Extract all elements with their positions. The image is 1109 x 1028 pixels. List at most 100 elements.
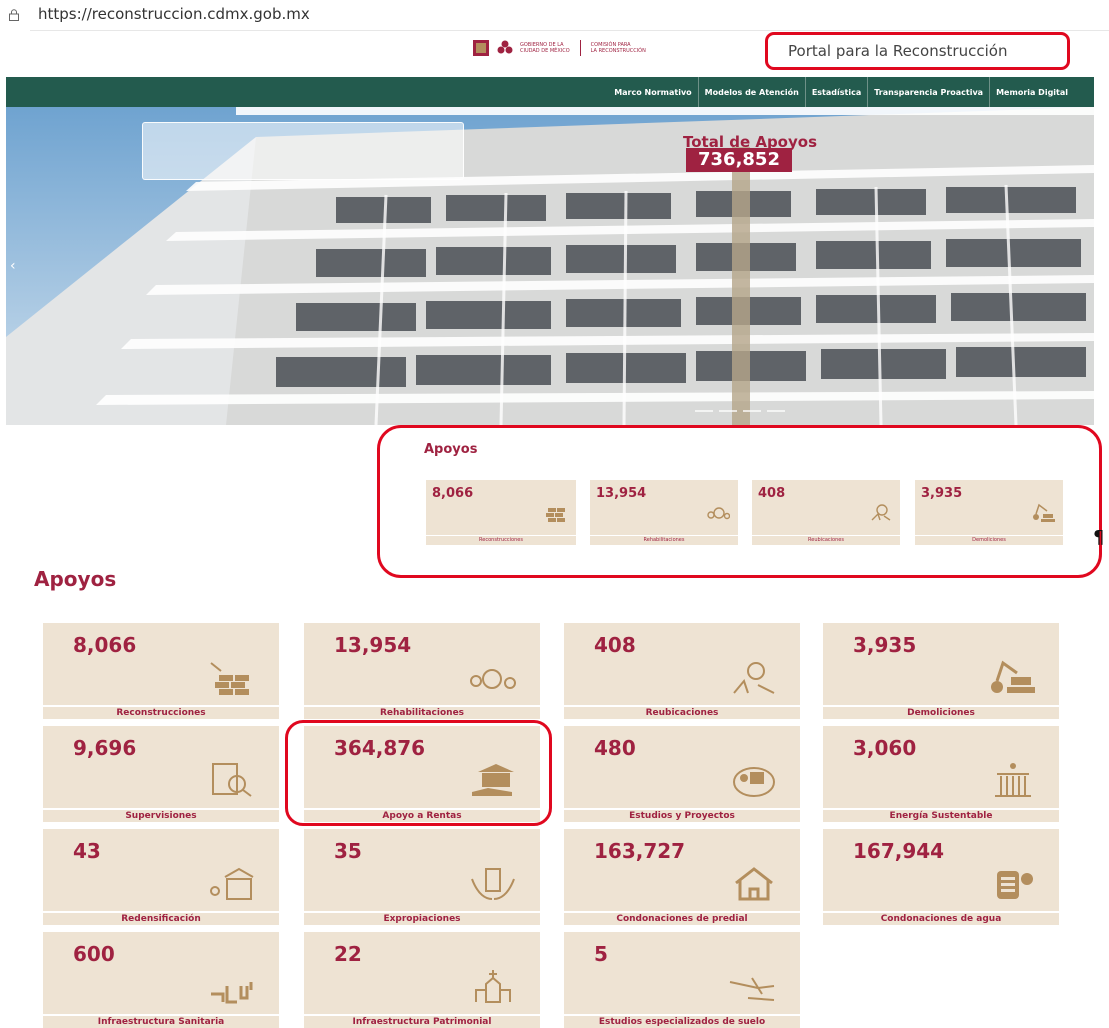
small-card-reconstrucciones[interactable]: 8,066 Reconstrucciones [426, 480, 576, 545]
relocation-icon [871, 504, 891, 521]
small-card-value: 408 [758, 486, 786, 501]
cdmx-flower-icon [497, 40, 513, 54]
card-value: 163,727 [594, 839, 686, 863]
card-value: 3,060 [853, 736, 917, 760]
small-card-label: Rehabilitaciones [590, 536, 738, 545]
card-reconstrucciones[interactable]: 8,066 Reconstrucciones [43, 623, 279, 719]
church-icon [475, 970, 511, 1003]
card-label: Rehabilitaciones [304, 707, 540, 719]
small-card-reubicaciones[interactable]: 408 Reubicaciones [752, 480, 900, 545]
card-expropiaciones[interactable]: 35 Expropiaciones [304, 829, 540, 925]
card-estudios-proyectos[interactable]: 480 Estudios y Proyectos [564, 726, 800, 822]
nav-item-estadistica[interactable]: Estadística [804, 77, 867, 107]
card-label: Supervisiones [43, 810, 279, 822]
card-value: 43 [73, 839, 101, 863]
logo-text-left: GOBIERNO DE LA CIUDAD DE MÉXICO [520, 42, 570, 54]
total-apoyos-value: 736,852 [686, 148, 792, 172]
card-value: 408 [594, 633, 636, 657]
study-icon [733, 767, 775, 797]
nav-item-memoria-digital[interactable]: Memoria Digital [989, 77, 1074, 107]
main-nav: Marco Normativo Modelos de Atención Esta… [6, 77, 1094, 107]
card-label: Condonaciones de agua [823, 913, 1059, 925]
carousel-dot[interactable] [743, 410, 761, 412]
carousel-prev-icon[interactable]: ‹ [10, 258, 16, 274]
card-value: 9,696 [73, 736, 137, 760]
small-card-value: 8,066 [432, 486, 474, 501]
carousel-dot[interactable] [695, 410, 713, 412]
url-text[interactable]: https://reconstruccion.cdmx.gob.mx [38, 5, 310, 23]
small-card-demoliciones[interactable]: 3,935 Demoliciones [915, 480, 1063, 545]
crane-icon [991, 660, 1035, 693]
card-label: Redensificación [43, 913, 279, 925]
relocation-icon [733, 662, 775, 694]
hero-search-panel[interactable] [142, 122, 464, 180]
carousel-dots [695, 410, 785, 412]
card-label: Demoliciones [823, 707, 1059, 719]
small-card-label: Demoliciones [915, 536, 1063, 545]
bricks-icon [210, 662, 249, 695]
nav-item-transparencia[interactable]: Transparencia Proactiva [867, 77, 989, 107]
card-redensificacion[interactable]: 43 Redensificación [43, 829, 279, 925]
gears-icon [470, 669, 516, 689]
card-estudios-suelo[interactable]: 5 Estudios especializados de suelo [564, 932, 800, 1028]
small-apoyos-title: Apoyos [424, 442, 478, 457]
crane-icon [1033, 503, 1055, 522]
card-reubicaciones[interactable]: 408 Reubicaciones [564, 623, 800, 719]
card-infraestructura-sanitaria[interactable]: 600 Infraestructura Sanitaria [43, 932, 279, 1028]
card-rehabilitaciones[interactable]: 13,954 Rehabilitaciones [304, 623, 540, 719]
small-card-value: 13,954 [596, 486, 647, 501]
government-logo[interactable]: GOBIERNO DE LA CIUDAD DE MÉXICO COMISIÓN… [472, 38, 646, 58]
card-demoliciones[interactable]: 3,935 Demoliciones [823, 623, 1059, 719]
logo-text-right: COMISIÓN PARA LA RECONSTRUCCIÓN [590, 42, 646, 54]
apoyos-title: Apoyos [34, 567, 117, 591]
logo-separator [579, 40, 581, 56]
small-card-value: 3,935 [921, 486, 963, 501]
building-icon [210, 867, 254, 900]
energy-icon [995, 763, 1031, 797]
pilcrow-mark: ¶ [1093, 527, 1105, 548]
small-card-rehabilitaciones[interactable]: 13,954 Rehabilitaciones [590, 480, 738, 545]
card-label: Expropiaciones [304, 913, 540, 925]
hands-building-icon [471, 868, 515, 900]
card-value: 22 [334, 942, 362, 966]
pipes-icon [211, 982, 253, 1004]
card-value: 35 [334, 839, 362, 863]
house-icon [735, 867, 773, 901]
card-value: 8,066 [73, 633, 137, 657]
nav-item-modelos-atencion[interactable]: Modelos de Atención [697, 77, 805, 107]
card-condonaciones-agua[interactable]: 167,944 Condonaciones de agua [823, 829, 1059, 925]
card-energia-sustentable[interactable]: 3,060 Energía Sustentable [823, 726, 1059, 822]
card-label: Condonaciones de predial [564, 913, 800, 925]
card-value: 167,944 [853, 839, 945, 863]
card-label: Estudios especializados de suelo [564, 1016, 800, 1028]
card-label: Reubicaciones [564, 707, 800, 719]
gears-icon [707, 507, 730, 520]
card-label: Energía Sustentable [823, 810, 1059, 822]
carousel-dot[interactable] [767, 410, 785, 412]
card-value: 3,935 [853, 633, 917, 657]
small-card-label: Reubicaciones [752, 536, 900, 545]
divider [30, 30, 1109, 31]
drill-icon [729, 977, 775, 1001]
card-value: 5 [594, 942, 608, 966]
lock-icon [9, 9, 19, 21]
card-label: Reconstrucciones [43, 707, 279, 719]
portal-title: Portal para la Reconstrucción [765, 32, 1070, 70]
highlight-box-apoyo-rentas [285, 720, 552, 826]
card-supervisiones[interactable]: 9,696 Supervisiones [43, 726, 279, 822]
bricks-icon [546, 508, 565, 522]
card-label: Infraestructura Sanitaria [43, 1016, 279, 1028]
card-value: 600 [73, 942, 115, 966]
card-value: 480 [594, 736, 636, 760]
card-value: 13,954 [334, 633, 412, 657]
small-card-label: Reconstrucciones [426, 536, 576, 545]
card-infraestructura-patrimonial[interactable]: 22 Infraestructura Patrimonial [304, 932, 540, 1028]
card-label: Estudios y Proyectos [564, 810, 800, 822]
seal-icon [473, 40, 489, 56]
inspection-icon [212, 763, 252, 797]
nav-item-marco-normativo[interactable]: Marco Normativo [608, 77, 697, 107]
water-meter-icon [997, 871, 1033, 899]
carousel-dot[interactable] [719, 410, 737, 412]
card-label: Infraestructura Patrimonial [304, 1016, 540, 1028]
card-condonaciones-predial[interactable]: 163,727 Condonaciones de predial [564, 829, 800, 925]
